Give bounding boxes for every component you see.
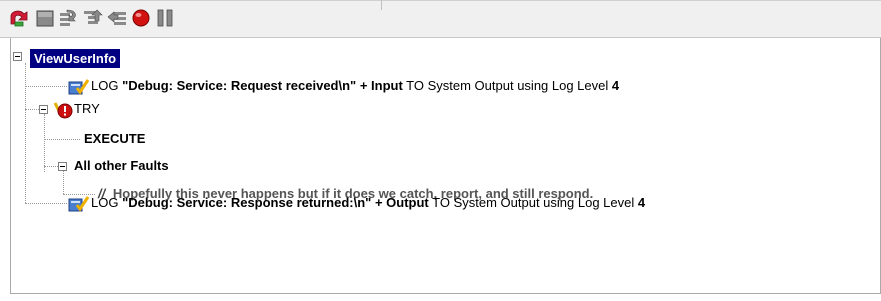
- pause-icon[interactable]: [154, 7, 176, 29]
- tree-node-all-other-faults[interactable]: All other Faults: [74, 155, 169, 177]
- log-target: TO System Output using Log Level: [402, 78, 612, 93]
- tree-branch-faults: [44, 166, 58, 167]
- toolbar-top-border: [0, 0, 881, 1]
- back-icon[interactable]: [8, 7, 30, 29]
- tree-line-faults: [63, 171, 64, 194]
- tree-node-root[interactable]: ViewUserInfo: [30, 49, 121, 68]
- log-level: 4: [611, 78, 620, 93]
- step-into-icon[interactable]: [82, 7, 104, 29]
- collapse-toggle-root[interactable]: [13, 52, 22, 61]
- breakpoint-icon[interactable]: [130, 7, 152, 29]
- stop-square-icon[interactable]: [34, 7, 56, 29]
- collapse-toggle-faults[interactable]: [58, 162, 67, 171]
- tree-node-execute[interactable]: EXECUTE: [84, 128, 145, 150]
- toolbar: [0, 0, 881, 38]
- tree-branch-execute: [44, 139, 80, 140]
- step-over-icon[interactable]: [58, 7, 80, 29]
- tree-branch-log1: [25, 86, 67, 87]
- flow-tree: ViewUserInfo LOG "Debug: Service: Reques…: [10, 38, 881, 294]
- collapse-toggle-try[interactable]: [39, 105, 48, 114]
- tree-node-log-request[interactable]: LOG "Debug: Service: Request received\n"…: [67, 75, 619, 97]
- log-icon: [68, 196, 89, 212]
- tree-branch-try: [25, 109, 39, 110]
- tree-line-try: [44, 114, 45, 172]
- tree-node-try[interactable]: TRY: [53, 98, 100, 120]
- log-keyword: LOG: [91, 78, 123, 93]
- step-out-icon[interactable]: [106, 7, 128, 29]
- log-expression: "Debug: Service: Response returned:\n" +…: [122, 195, 429, 210]
- log-target: TO System Output using Log Level: [428, 195, 638, 210]
- toolbar-separator: [381, 0, 382, 10]
- log-icon: [68, 79, 89, 95]
- log-keyword: LOG: [91, 195, 123, 210]
- tree-node-log-response[interactable]: LOG "Debug: Service: Response returned:\…: [67, 192, 645, 214]
- log-expression: "Debug: Service: Request received\n" + I…: [122, 78, 403, 93]
- try-icon: [53, 102, 73, 119]
- log-level: 4: [637, 195, 646, 210]
- try-label: TRY: [74, 101, 100, 116]
- tree-line-root: [25, 63, 26, 203]
- tree-branch-log2: [25, 203, 67, 204]
